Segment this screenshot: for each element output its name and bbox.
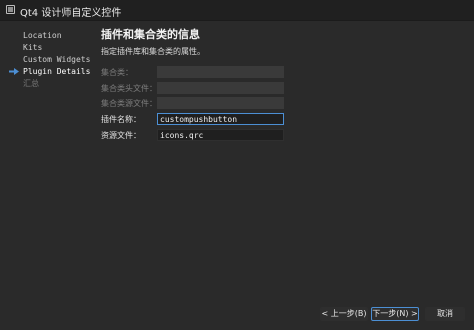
collection-class-row: 集合类：: [101, 66, 291, 78]
step-kits: Kits: [23, 43, 43, 52]
title-bar: Qt4 设计师自定义控件: [0, 0, 474, 21]
arrow-right-icon: [9, 68, 19, 75]
collection-class-field: [157, 66, 284, 78]
resource-file-input[interactable]: icons.qrc: [157, 129, 284, 141]
step-custom-widgets: Custom Widgets: [23, 55, 91, 64]
step-plugin-details-label: Plugin Details: [23, 67, 91, 76]
wizard-steps: Location Kits Custom Widgets Plugin Deta…: [9, 30, 103, 90]
back-button[interactable]: < 上一步(B): [320, 307, 368, 321]
step-plugin-details: Plugin Details: [9, 66, 103, 78]
collection-header-field: [157, 82, 284, 94]
collection-header-row: 集合类头文件：: [101, 82, 291, 94]
next-button[interactable]: 下一步(N) >: [371, 307, 419, 321]
resource-file-row: 资源文件： icons.qrc: [101, 129, 291, 141]
app-icon: [6, 5, 15, 14]
collection-class-label: 集合类：: [101, 68, 133, 77]
step-location: Location: [23, 31, 62, 40]
step-summary: 汇总: [23, 79, 39, 88]
plugin-name-row: 插件名称： custompushbutton: [101, 113, 291, 125]
window-title: Qt4 设计师自定义控件: [20, 8, 122, 19]
plugin-name-input[interactable]: custompushbutton: [157, 113, 284, 125]
cancel-button[interactable]: 取消: [425, 307, 465, 321]
collection-source-label: 集合类源文件：: [101, 99, 157, 108]
plugin-name-label: 插件名称：: [101, 115, 141, 124]
collection-source-row: 集合类源文件：: [101, 97, 291, 109]
collection-header-label: 集合类头文件：: [101, 84, 157, 93]
collection-source-field: [157, 97, 284, 109]
page-title: 插件和集合类的信息: [101, 28, 200, 41]
page-subtitle: 指定插件库和集合类的属性。: [101, 47, 205, 56]
resource-file-label: 资源文件：: [101, 131, 141, 140]
